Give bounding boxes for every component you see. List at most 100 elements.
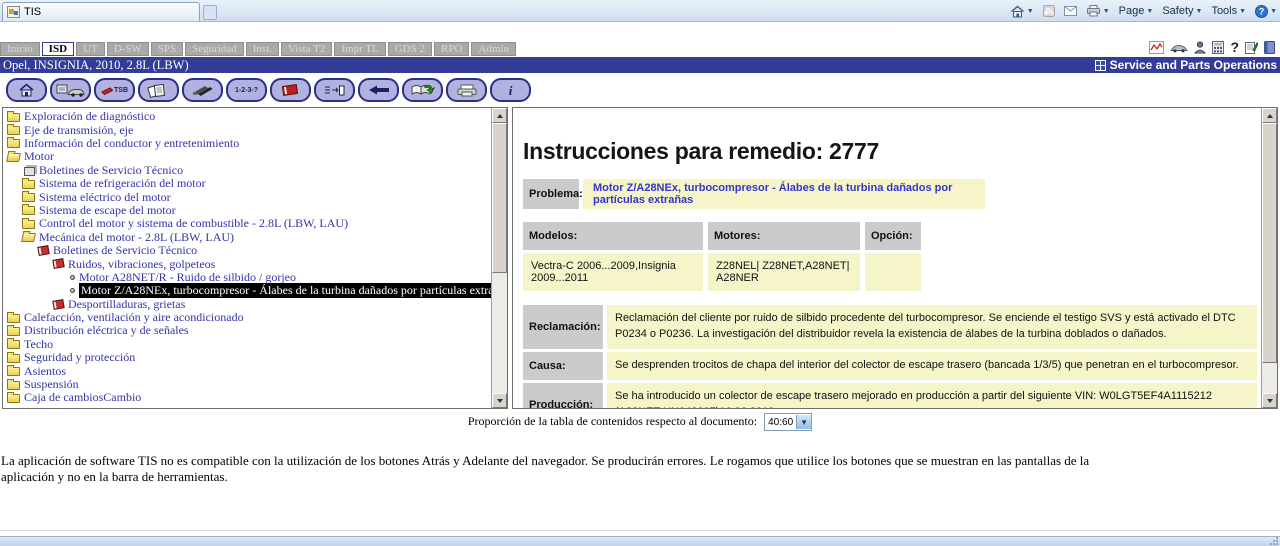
tree-item[interactable]: Motor [5,150,491,163]
calculator-icon[interactable] [1212,41,1224,54]
models-header: Modelos: [523,222,703,250]
chevron-down-icon: ▼ [1027,8,1034,15]
tree-item[interactable]: Techo [5,338,491,351]
print-button[interactable] [446,78,487,102]
chevron-down-icon[interactable]: ▼ [796,415,811,429]
tree-item[interactable]: Control del motor y sistema de combustib… [5,217,491,230]
cause-label: Causa: [523,352,603,380]
feed-button[interactable] [1043,5,1055,17]
feed-icon [1043,5,1055,17]
tree-item[interactable]: Suspensión [5,378,491,391]
scroll-up-button[interactable] [1262,108,1277,123]
tree-item[interactable]: Asientos [5,364,491,377]
tab-rpo[interactable]: RPO [434,42,469,56]
browser-tab[interactable]: TIS [2,2,200,21]
scrollbar-thumb[interactable] [1262,123,1277,363]
tree-item[interactable]: Calefacción, ventilación y aire acondici… [5,311,491,324]
tab-sps[interactable]: SPS [151,42,183,56]
safety-menu[interactable]: Safety ▼ [1162,5,1202,17]
diagnostics-chart-icon[interactable] [1149,41,1164,54]
vehicle-context: Opel, INSIGNIA, 2010, 2.8L (LBW) [0,58,189,73]
info-button[interactable]: i [490,78,531,102]
feedback-button[interactable] [402,78,443,102]
scrollbar-vertical[interactable] [491,108,507,408]
chevron-down-icon: ▼ [1103,8,1110,15]
print-button[interactable]: ▼ [1086,5,1110,17]
tree-item[interactable]: Información del conductor y entretenimie… [5,137,491,150]
tree-item[interactable]: Boletines de Servicio Técnico [5,244,491,257]
scrollbar-thumb[interactable] [492,123,507,273]
documents-button[interactable] [138,78,179,102]
new-tab-button[interactable] [203,5,217,20]
export-list-button[interactable] [314,78,355,102]
user-icon[interactable] [1194,41,1206,54]
tab-admin[interactable]: Admin [471,42,516,56]
table-row: Producción: Se ha introducido un colecto… [523,383,1257,409]
production-text: Se ha introducido un colector de escape … [607,383,1257,409]
tab-vista-t2[interactable]: Vista T2 [281,42,332,56]
list-transfer-icon [323,84,346,97]
page-title: Instrucciones para remedio: 2777 [523,138,1257,165]
tree-item[interactable]: Distribución eléctrica y de señales [5,324,491,337]
tab-isd[interactable]: ISD [42,42,74,56]
tab-impr-tl[interactable]: Impr TL [334,42,385,56]
tree-item[interactable]: Eje de transmisión, eje [5,123,491,136]
tsb-button[interactable]: TSB [94,78,135,102]
tree-item[interactable]: Exploración de diagnóstico [5,110,491,123]
exit-book-icon[interactable] [1264,41,1275,54]
tab-inst[interactable]: Inst. [246,42,279,56]
info-label: i [509,84,513,97]
resize-grip[interactable] [1268,537,1278,545]
option-header: Opción: [865,222,921,250]
tree-item[interactable]: Caja de cambiosCambio [5,391,491,404]
tree-item[interactable]: Sistema de escape del motor [5,204,491,217]
browser-statusbar [0,536,1280,546]
mail-button[interactable] [1064,6,1077,16]
tools-menu[interactable]: Tools ▼ [1211,5,1246,17]
tab-gds2[interactable]: GDS 2 [388,42,432,56]
tree-item[interactable]: Motor A28NET/R - Ruido de silbido / gorj… [5,271,491,284]
tab-ut[interactable]: UT [76,42,105,56]
proportion-select[interactable]: 40:60 ▼ [764,413,812,431]
notepad-icon[interactable] [1245,41,1258,54]
option-value [865,253,921,291]
tree-item-label[interactable]: Caja de cambiosCambio [24,390,141,405]
content-divider [0,530,1280,531]
tree-item-selected[interactable]: Motor Z/A28NEx, turbocompresor - Álabes … [5,284,491,297]
help-icon: ? [1255,5,1268,18]
tree-item[interactable]: Boletines de Servicio Técnico [5,164,491,177]
vehicle-selection-button[interactable] [50,78,91,102]
tree-item[interactable]: Mecánica del motor - 2.8L (LBW, LAU) [5,231,491,244]
scroll-up-button[interactable] [492,108,507,123]
tab-dsw[interactable]: D-SW [107,42,149,56]
scrollbar-vertical[interactable] [1261,108,1277,408]
tree-item[interactable]: Desportilladuras, grietas [5,297,491,310]
sequence-button[interactable]: 1-2-3-? [226,78,267,102]
bullet-icon [70,288,75,293]
scroll-down-button[interactable] [492,393,507,408]
scroll-down-button[interactable] [1262,393,1277,408]
help-menu[interactable]: ? ▼ [1255,5,1277,18]
chevron-down-icon: ▼ [1239,8,1246,15]
back-button[interactable] [358,78,399,102]
tree-item[interactable]: Ruidos, vibraciones, golpeteos [5,257,491,270]
tree-item[interactable]: Sistema de refrigeración del motor [5,177,491,190]
arrow-up-icon [1267,114,1273,118]
folder-icon [7,381,20,390]
engines-header: Motores: [708,222,860,250]
browser-titlebar: TIS ▼ ▼ Page ▼ Safety ▼ Tools ▼ ? [0,0,1280,22]
tab-inicio[interactable]: Inicio [0,42,40,56]
app-toolbar: TSB 1-2-3-? i [0,73,1280,107]
tree-item-label[interactable]: Información del conductor y entretenimie… [24,136,239,151]
page-menu[interactable]: Page ▼ [1119,5,1154,17]
tab-seguridad[interactable]: Seguridad [185,42,244,56]
home-button[interactable]: ▼ [1010,5,1034,18]
home-button[interactable] [6,78,47,102]
favicon [7,6,20,18]
tree-item[interactable]: Sistema eléctrico del motor [5,190,491,203]
vehicle-icon[interactable] [1170,41,1188,53]
help-icon[interactable]: ? [1230,41,1239,54]
manual-button[interactable] [270,78,311,102]
tree-item[interactable]: Seguridad y protección [5,351,491,364]
tools-button[interactable] [182,78,223,102]
